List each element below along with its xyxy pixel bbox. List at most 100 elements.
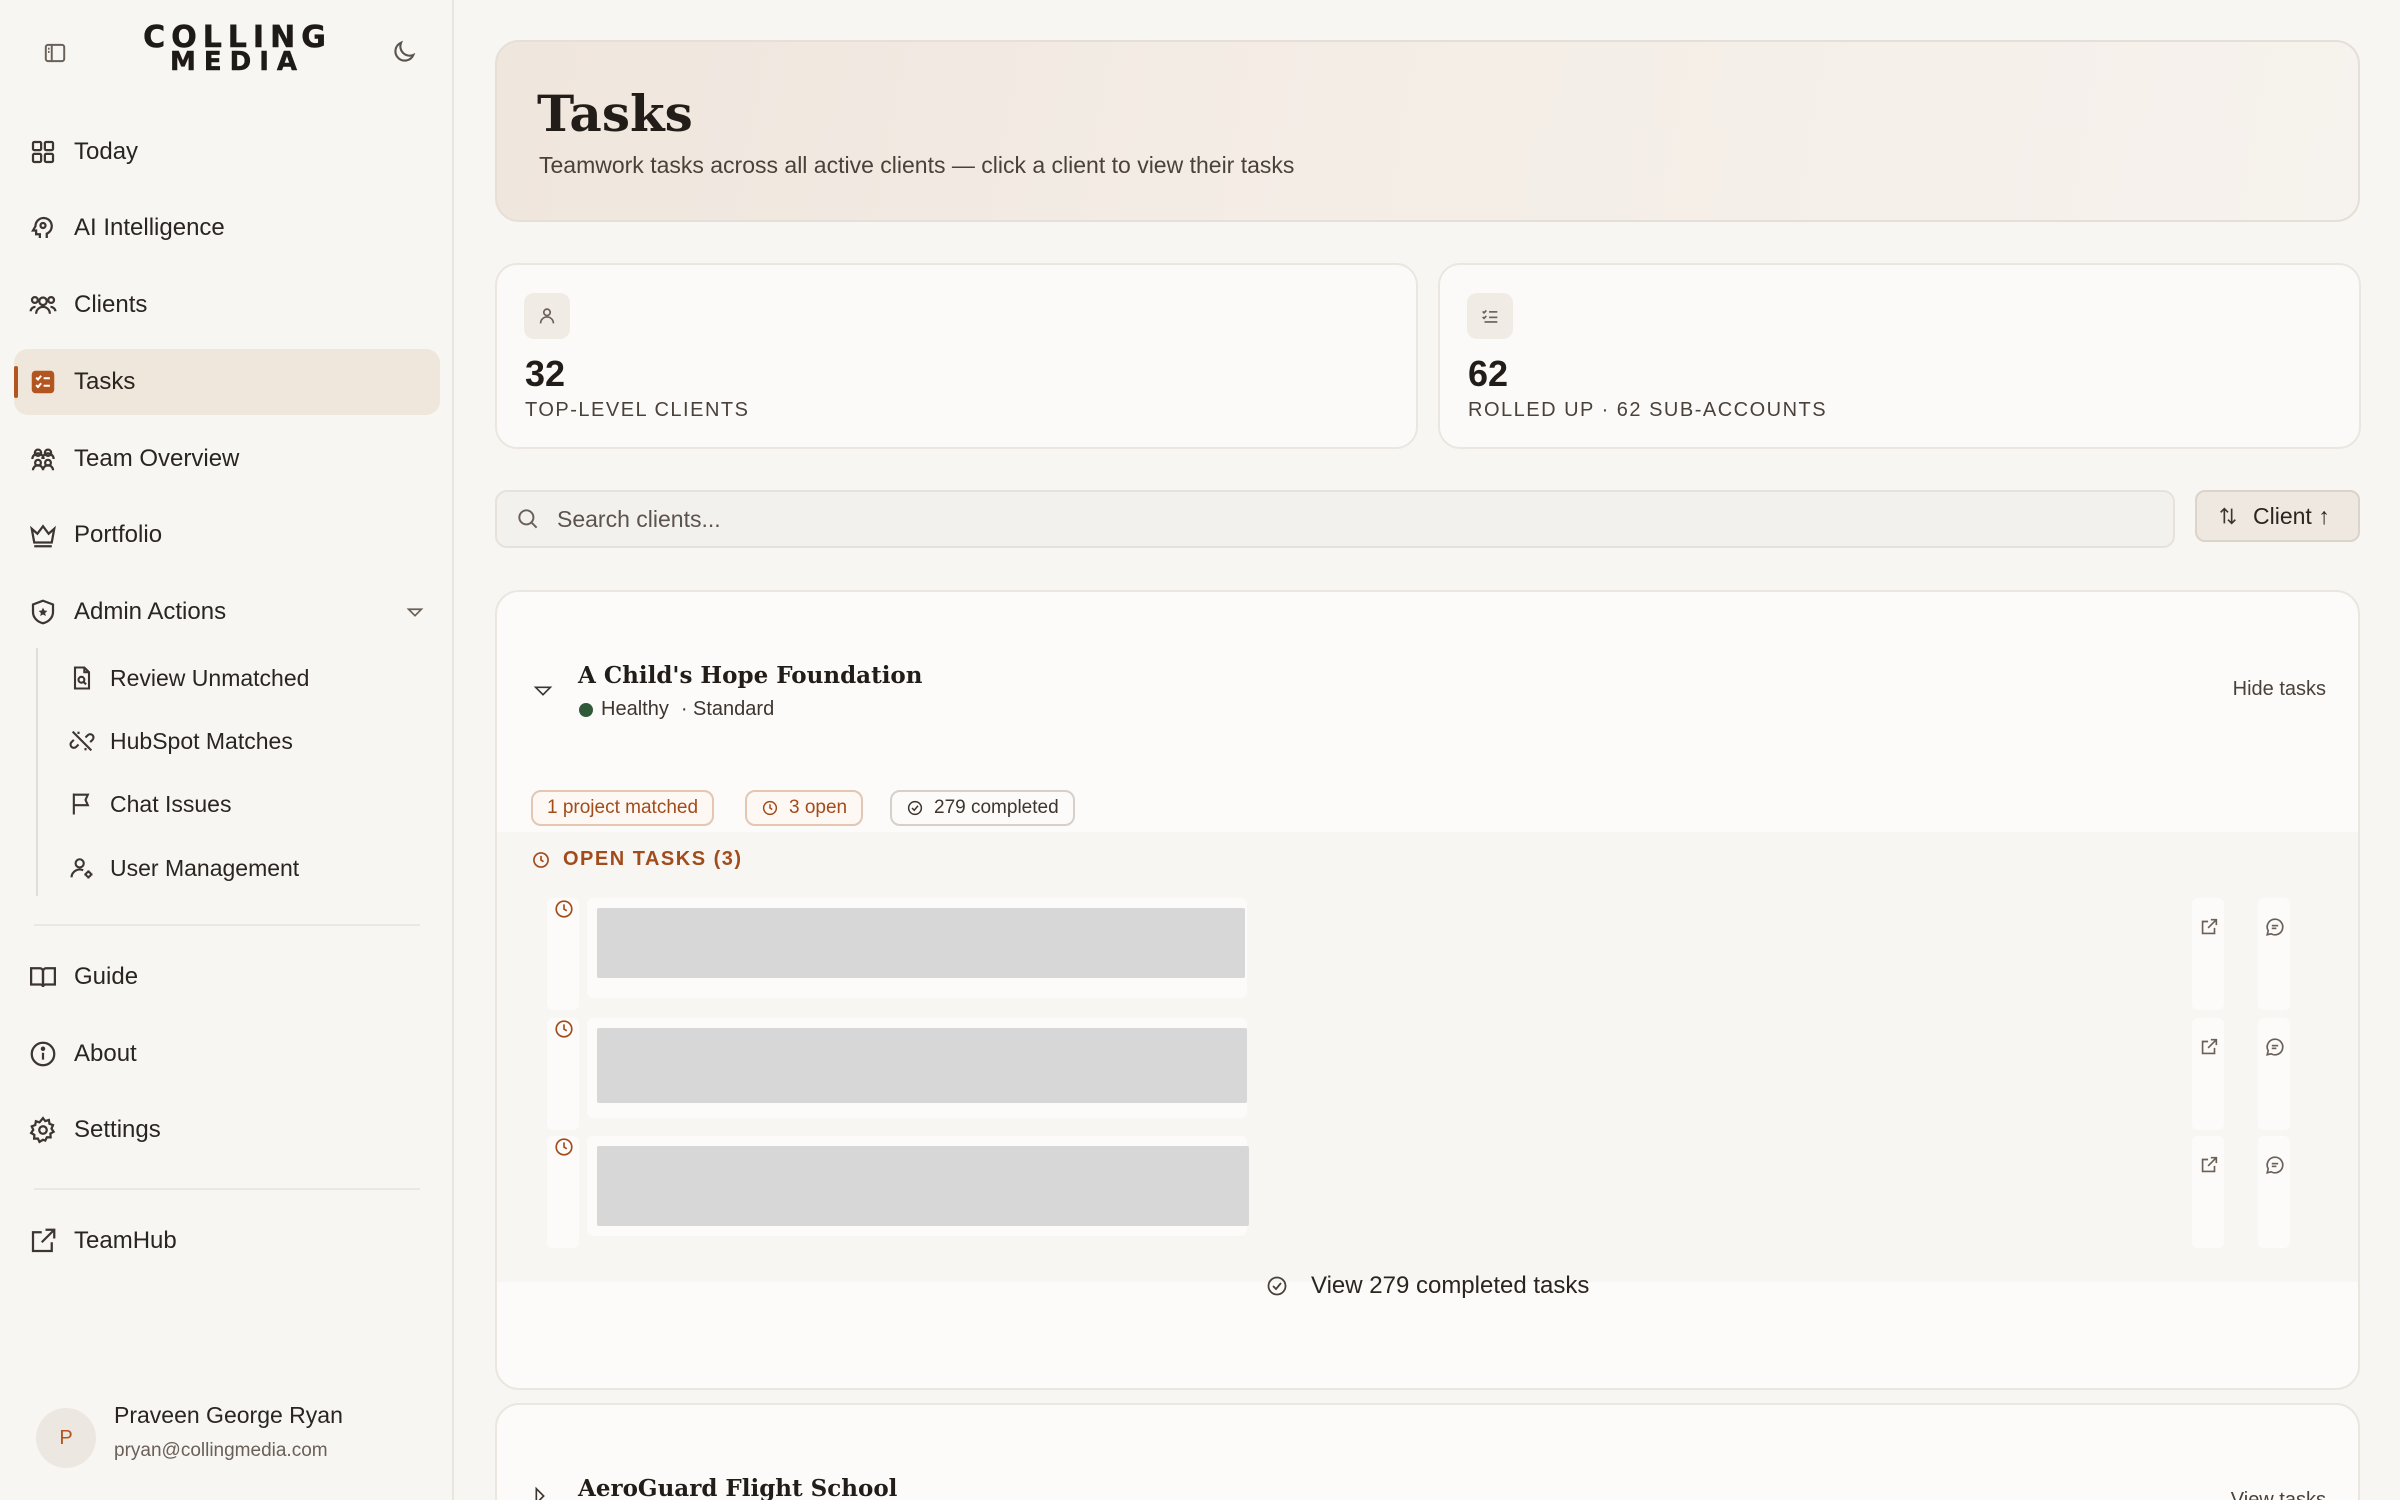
task-row[interactable]: [547, 888, 2322, 1010]
sidebar-header: COLLING MEDIA: [0, 0, 454, 110]
nav-item-guide[interactable]: Guide: [14, 944, 440, 1010]
open-count-badge: 3 open: [745, 790, 864, 826]
nav-label: Admin Actions: [74, 598, 227, 625]
open-tasks-title: OPEN TASKS (3): [563, 848, 743, 870]
avatar: P: [36, 1408, 96, 1468]
check-circle-icon: [906, 799, 924, 817]
chevron-right-icon[interactable]: [529, 1485, 551, 1500]
open-task-button[interactable]: [2192, 1018, 2224, 1130]
health-status: Healthy: [601, 698, 669, 720]
user-icon: [524, 293, 570, 339]
clock-icon: [555, 1138, 573, 1156]
nav-label: Settings: [74, 1116, 161, 1143]
search-input[interactable]: [557, 505, 2057, 533]
stat-value: 32: [525, 353, 566, 394]
task-comment-button[interactable]: [2258, 1136, 2290, 1248]
nav-item-today[interactable]: Today: [14, 119, 440, 185]
nav-item-teamhub[interactable]: TeamHub: [14, 1208, 440, 1274]
projects-matched-badge: 1 project matched: [531, 790, 715, 826]
sidebar-divider: [34, 1188, 420, 1190]
task-loading-placeholder: [587, 1136, 1249, 1236]
search-bar[interactable]: [495, 490, 2175, 548]
chevron-down-icon[interactable]: [404, 601, 426, 623]
skeleton-bar: [597, 1028, 1247, 1103]
nav-item-clients[interactable]: Clients: [14, 272, 440, 338]
sort-button[interactable]: Client ↑: [2195, 490, 2360, 542]
task-status: [547, 1018, 579, 1130]
clock-icon: [531, 850, 551, 870]
moon-icon[interactable]: [390, 38, 418, 66]
stat-label: TOP-LEVEL CLIENTS: [525, 399, 750, 421]
subnav-label: Chat Issues: [110, 790, 232, 817]
view-completed-label: View 279 completed tasks: [1311, 1272, 1590, 1299]
stat-card-clients: 32 TOP-LEVEL CLIENTS: [495, 263, 1418, 449]
task-row[interactable]: [547, 1008, 2322, 1130]
chevron-down-icon[interactable]: [532, 680, 554, 702]
gear-icon: [28, 1115, 58, 1145]
chat-bubble-icon: [2266, 918, 2284, 936]
client-tier: · Standard: [680, 698, 775, 720]
user-profile[interactable]: P Praveen George Ryan pryan@collingmedia…: [32, 1398, 432, 1478]
chat-bubble-icon: [2266, 1156, 2284, 1174]
stat-card-subaccounts: 62 ROLLED UP · 62 SUB-ACCOUNTS: [1438, 263, 2361, 449]
user-cog-icon: [68, 854, 96, 882]
nav-label: Portfolio: [74, 521, 163, 548]
open-task-button[interactable]: [2192, 1136, 2224, 1248]
skeleton-bar: [597, 908, 1245, 978]
badge-label: 3 open: [789, 797, 848, 818]
sidebar-toggle-icon[interactable]: [42, 40, 68, 66]
nav-item-ai-intelligence[interactable]: AI Intelligence: [14, 195, 440, 261]
external-link-icon: [2201, 1156, 2218, 1173]
subnav-hubspot-matches[interactable]: HubSpot Matches: [64, 713, 424, 769]
task-loading-placeholder: [587, 1018, 1247, 1118]
shield-star-icon: [28, 597, 58, 627]
nav-item-team-overview[interactable]: Team Overview: [14, 426, 440, 492]
subnav-user-management[interactable]: User Management: [64, 840, 424, 896]
nav-item-portfolio[interactable]: Portfolio: [14, 502, 440, 568]
view-completed-button[interactable]: View 279 completed tasks: [1265, 1272, 1589, 1300]
subnav-label: HubSpot Matches: [110, 727, 293, 754]
page-subtitle: Teamwork tasks across all active clients…: [539, 152, 1295, 178]
flag-icon: [68, 790, 96, 818]
grid-icon: [28, 137, 58, 167]
nav-item-about[interactable]: About: [14, 1021, 440, 1087]
submenu-rail: [36, 648, 38, 896]
task-row[interactable]: [547, 1126, 2322, 1248]
subnav-label: Review Unmatched: [110, 664, 310, 691]
open-tasks-header: OPEN TASKS (3): [531, 848, 743, 871]
clock-icon: [555, 1020, 573, 1038]
team-icon: [28, 444, 58, 474]
checklist-icon: [28, 367, 58, 397]
view-tasks-button[interactable]: View tasks: [2231, 1489, 2326, 1500]
sort-label: Client ↑: [2253, 502, 2330, 529]
skeleton-bar: [597, 1146, 1249, 1226]
completed-count-badge: 279 completed: [890, 790, 1075, 826]
brand-logo[interactable]: COLLING MEDIA: [110, 22, 365, 78]
task-comment-button[interactable]: [2258, 1018, 2290, 1130]
client-name[interactable]: A Child's Hope Foundation: [578, 662, 923, 689]
task-comment-button[interactable]: [2258, 898, 2290, 1010]
nav-item-tasks[interactable]: Tasks: [14, 349, 440, 415]
unlink-icon: [68, 727, 96, 755]
client-name[interactable]: AeroGuard Flight School: [578, 1475, 897, 1500]
search-icon: [515, 506, 541, 532]
nav-item-admin-actions[interactable]: Admin Actions: [14, 579, 440, 645]
book-icon: [28, 962, 58, 992]
subnav-chat-issues[interactable]: Chat Issues: [64, 776, 424, 832]
list-check-icon: [1467, 293, 1513, 339]
badge-label: 1 project matched: [547, 797, 699, 818]
nav-label: Guide: [74, 963, 139, 990]
crown-icon: [28, 520, 58, 550]
sidebar: COLLING MEDIA Today AI Intelligence Clie…: [0, 0, 454, 1500]
client-card: A Child's Hope Foundation Healthy · Stan…: [495, 590, 2360, 1390]
subnav-review-unmatched[interactable]: Review Unmatched: [64, 650, 424, 706]
task-status: [547, 1136, 579, 1248]
chat-bubble-icon: [2266, 1038, 2284, 1056]
clock-icon: [761, 799, 779, 817]
hide-tasks-button[interactable]: Hide tasks: [2233, 678, 2326, 701]
check-circle-icon: [1265, 1274, 1289, 1298]
user-email: pryan@collingmedia.com: [114, 1440, 328, 1461]
nav-item-settings[interactable]: Settings: [14, 1097, 440, 1163]
open-tasks-section: OPEN TASKS (3): [497, 832, 2358, 1282]
open-task-button[interactable]: [2192, 898, 2224, 1010]
